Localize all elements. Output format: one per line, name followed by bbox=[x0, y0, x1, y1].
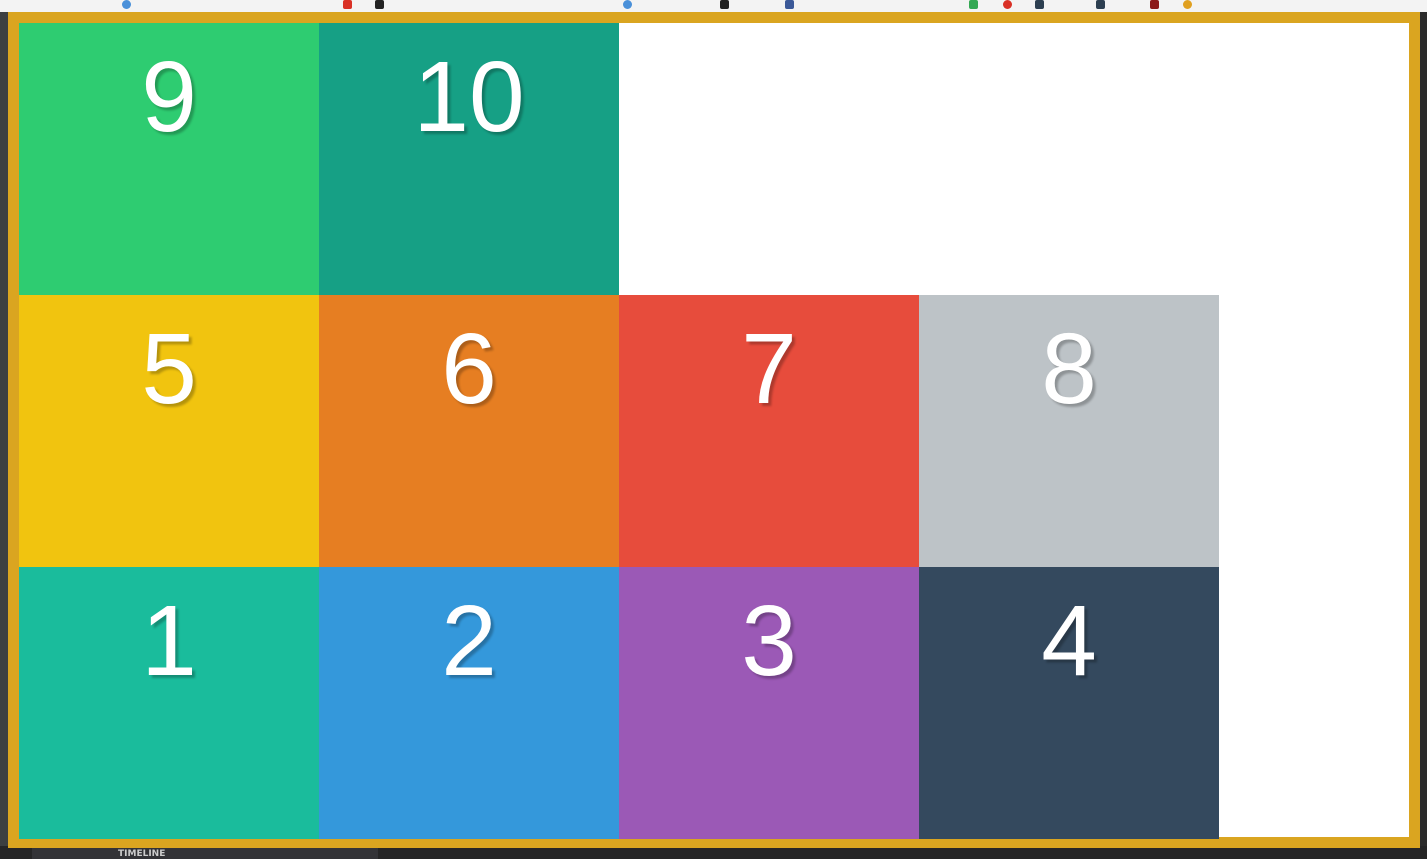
bookmark-icon[interactable] bbox=[969, 0, 978, 9]
bookmark-icon[interactable] bbox=[720, 0, 729, 9]
bookmark-icon[interactable] bbox=[1183, 0, 1192, 9]
bookmark-icon[interactable] bbox=[122, 0, 131, 9]
browser-bookmarks-bar bbox=[0, 0, 1427, 12]
timeline-label[interactable]: TIMELINE bbox=[118, 849, 165, 859]
bookmark-icon[interactable] bbox=[623, 0, 632, 9]
bookmark-icon[interactable] bbox=[785, 0, 794, 9]
bookmark-icon[interactable] bbox=[343, 0, 352, 9]
grid-container: 9 10 5 6 7 8 1 2 3 4 bbox=[8, 12, 1420, 848]
bookmark-icon[interactable] bbox=[1096, 0, 1105, 9]
box-8: 8 bbox=[919, 295, 1219, 567]
box-5: 5 bbox=[19, 295, 319, 567]
background-editor-strip bbox=[0, 12, 8, 859]
box-4: 4 bbox=[919, 567, 1219, 839]
bookmark-icon[interactable] bbox=[1035, 0, 1044, 9]
box-1: 1 bbox=[19, 567, 319, 839]
bookmark-icon[interactable] bbox=[375, 0, 384, 9]
box-6: 6 bbox=[319, 295, 619, 567]
box-3: 3 bbox=[619, 567, 919, 839]
box-10: 10 bbox=[319, 23, 619, 295]
box-9: 9 bbox=[19, 23, 319, 295]
box-7: 7 bbox=[619, 295, 919, 567]
bookmark-icon[interactable] bbox=[1150, 0, 1159, 9]
bookmark-icon[interactable] bbox=[1003, 0, 1012, 9]
box-2: 2 bbox=[319, 567, 619, 839]
